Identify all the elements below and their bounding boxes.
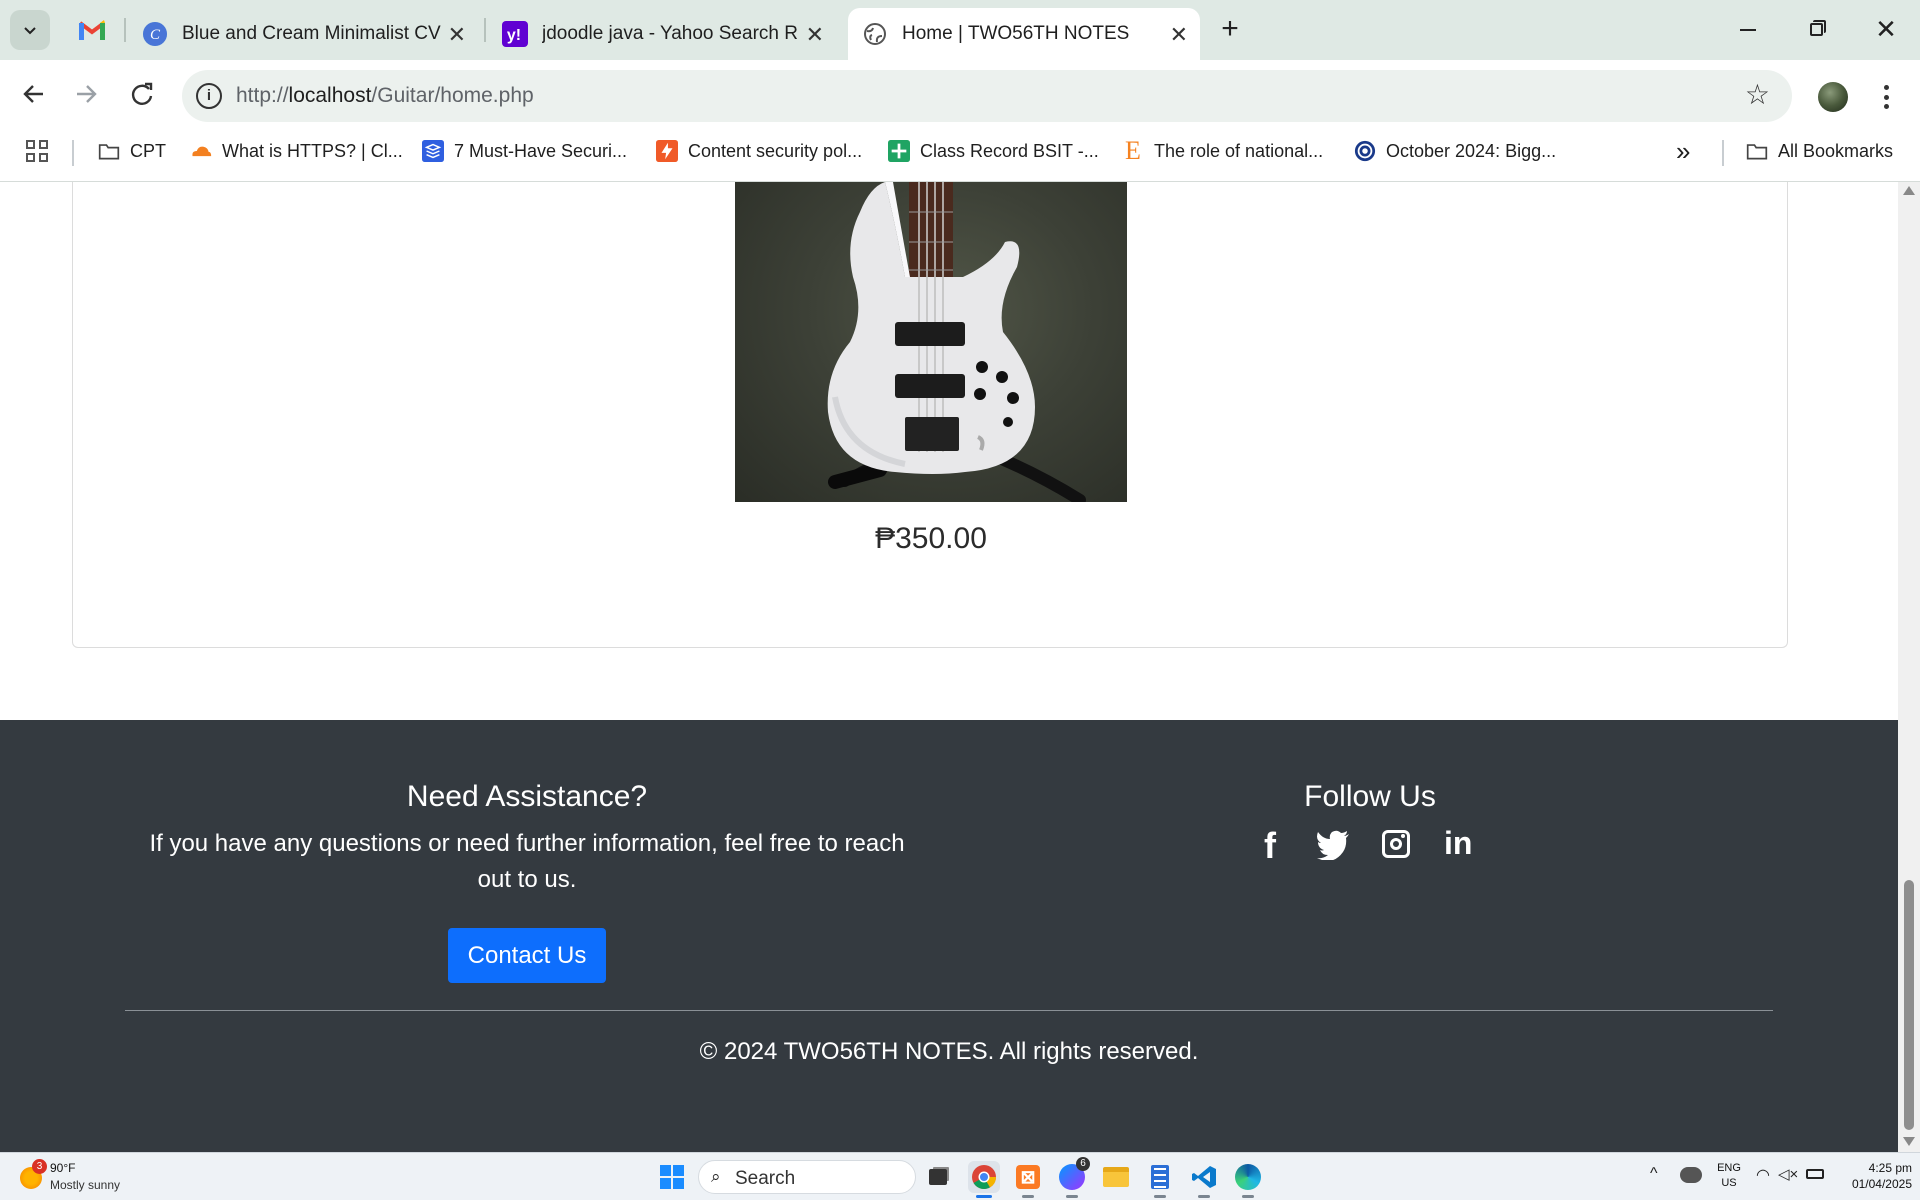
folder-icon	[1746, 140, 1768, 162]
tab-title: Home | TWO56TH NOTES	[902, 23, 1130, 44]
bolt-icon	[656, 140, 678, 162]
page-viewport: ₱350.00 Need Assistance? If you have any…	[0, 182, 1898, 1152]
tab-home-active[interactable]: Home | TWO56TH NOTES ✕	[848, 8, 1200, 60]
tab-search-button[interactable]	[10, 10, 50, 50]
stack-icon	[422, 140, 444, 162]
tab-title: Blue and Cream Minimalist CV R	[182, 23, 444, 44]
svg-text:y!: y!	[507, 27, 521, 44]
chrome-icon[interactable]	[968, 1161, 1000, 1198]
search-placeholder: Search	[735, 1168, 796, 1189]
language-indicator[interactable]: ENG US	[1714, 1161, 1744, 1191]
battery-icon[interactable]	[1806, 1169, 1824, 1179]
tab-title: jdoodle java - Yahoo Search Res	[542, 23, 798, 44]
weather-badge: 3	[32, 1159, 47, 1174]
gmail-icon	[78, 20, 106, 40]
menu-kebab-icon[interactable]	[1876, 80, 1896, 114]
linkedin-icon[interactable]: in	[1444, 824, 1476, 861]
product-price: ₱350.00	[875, 522, 987, 555]
clock[interactable]: 4:25 pm 01/04/2025	[1832, 1160, 1912, 1192]
weather-temp: 90°F	[50, 1161, 76, 1175]
e-icon: E	[1125, 136, 1141, 165]
footer-divider	[125, 1010, 1773, 1011]
facebook-icon[interactable]: f	[1264, 828, 1288, 864]
twitter-icon[interactable]	[1316, 830, 1350, 862]
folder-icon	[98, 140, 120, 162]
minimize-button[interactable]	[1730, 14, 1766, 44]
messenger-icon[interactable]: 6	[1056, 1157, 1090, 1198]
gmail-tab[interactable]	[74, 14, 110, 46]
reload-icon	[131, 82, 153, 105]
file-explorer-icon[interactable]	[1100, 1161, 1132, 1193]
bookmark-class-record[interactable]: Class Record BSIT -...	[888, 135, 1099, 167]
copyright-text: © 2024 TWO56TH NOTES. All rights reserve…	[699, 1038, 1199, 1065]
site-footer: Need Assistance? If you have any questio…	[0, 720, 1898, 1152]
chevron-down-icon	[24, 27, 36, 35]
contact-us-button[interactable]: Contact Us	[448, 928, 606, 983]
restore-button[interactable]	[1798, 14, 1834, 44]
weather-widget[interactable]: 3 90°F Mostly sunny	[18, 1159, 138, 1195]
bookmarks-overflow-button[interactable]: »	[1676, 135, 1690, 167]
start-button[interactable]	[656, 1161, 688, 1193]
wifi-icon[interactable]: ◠	[1756, 1165, 1770, 1185]
canva-icon: C	[142, 21, 168, 47]
arrow-left-icon	[23, 85, 43, 103]
bookmark-star-icon[interactable]: ☆	[1745, 80, 1770, 110]
apps-grid-icon[interactable]	[26, 140, 48, 162]
forward-button[interactable]	[68, 76, 104, 112]
bookmark-national[interactable]: E The role of national...	[1122, 135, 1323, 167]
messenger-badge: 6	[1076, 1157, 1090, 1171]
profile-avatar[interactable]	[1818, 82, 1848, 112]
address-bar[interactable]: i http://localhost/Guitar/home.php ☆	[182, 70, 1792, 122]
tab-strip: C Blue and Cream Minimalist CV R ✕ y! jd…	[0, 0, 1920, 60]
taskbar-search[interactable]: ⌕ Search	[698, 1160, 916, 1194]
globe-icon	[862, 21, 888, 47]
assistance-heading: Need Assistance?	[406, 780, 648, 813]
onedrive-icon[interactable]	[1680, 1167, 1702, 1183]
close-tab-icon[interactable]: ✕	[1170, 22, 1188, 48]
site-info-icon[interactable]: i	[196, 83, 222, 109]
scroll-down-arrow[interactable]	[1903, 1137, 1915, 1146]
circle-logo-icon	[1354, 140, 1376, 162]
vscode-icon[interactable]	[1188, 1161, 1220, 1198]
product-image-bass-guitar[interactable]	[735, 182, 1127, 502]
cloudflare-icon	[190, 140, 212, 162]
xampp-icon[interactable]: ⊠	[1012, 1161, 1044, 1198]
close-tab-icon[interactable]: ✕	[806, 22, 824, 48]
svg-text:C: C	[150, 27, 161, 43]
close-tab-icon[interactable]: ✕	[448, 22, 466, 48]
scrollbar-thumb[interactable]	[1904, 880, 1914, 1130]
tab-yahoo[interactable]: y! jdoodle java - Yahoo Search Res ✕	[488, 8, 836, 60]
bookmark-cpt[interactable]: CPT	[98, 135, 166, 167]
windows-logo-icon	[660, 1165, 684, 1189]
assistance-text: If you have any questions or need furthe…	[149, 830, 905, 893]
sheets-icon	[888, 140, 910, 162]
arrow-right-icon	[77, 85, 97, 103]
yahoo-icon: y!	[502, 21, 528, 47]
bookmark-csp[interactable]: Content security pol...	[656, 135, 862, 167]
browser-toolbar: i http://localhost/Guitar/home.php ☆ CPT…	[0, 60, 1920, 190]
notepad-icon[interactable]	[1144, 1161, 1176, 1198]
new-tab-button[interactable]: +	[1212, 12, 1248, 48]
instagram-icon[interactable]	[1382, 830, 1410, 858]
back-button[interactable]	[16, 76, 52, 112]
windows-taskbar: 3 90°F Mostly sunny ⌕ Search ⊠ 6 ^ ENG U…	[0, 1152, 1920, 1200]
bookmark-https[interactable]: What is HTTPS? | Cl...	[190, 135, 403, 167]
task-view-icon[interactable]	[922, 1161, 954, 1193]
follow-us-heading: Follow Us	[1304, 780, 1436, 813]
weather-desc: Mostly sunny	[50, 1178, 121, 1192]
bookmark-october[interactable]: October 2024: Bigg...	[1354, 135, 1556, 167]
reload-button[interactable]	[124, 76, 160, 112]
close-window-button[interactable]: ✕	[1868, 12, 1904, 46]
bookmark-security[interactable]: 7 Must-Have Securi...	[422, 135, 627, 167]
tab-canva[interactable]: C Blue and Cream Minimalist CV R ✕	[128, 8, 478, 60]
url-text[interactable]: http://localhost/Guitar/home.php	[236, 84, 534, 108]
page-scrollbar[interactable]	[1898, 182, 1920, 1152]
scroll-up-arrow[interactable]	[1903, 186, 1915, 195]
all-bookmarks-button[interactable]: All Bookmarks	[1746, 135, 1893, 167]
search-icon: ⌕	[711, 1167, 721, 1186]
tray-overflow-icon[interactable]: ^	[1650, 1165, 1658, 1183]
volume-muted-icon[interactable]: ◁×	[1778, 1165, 1798, 1183]
edge-icon[interactable]	[1232, 1161, 1264, 1198]
